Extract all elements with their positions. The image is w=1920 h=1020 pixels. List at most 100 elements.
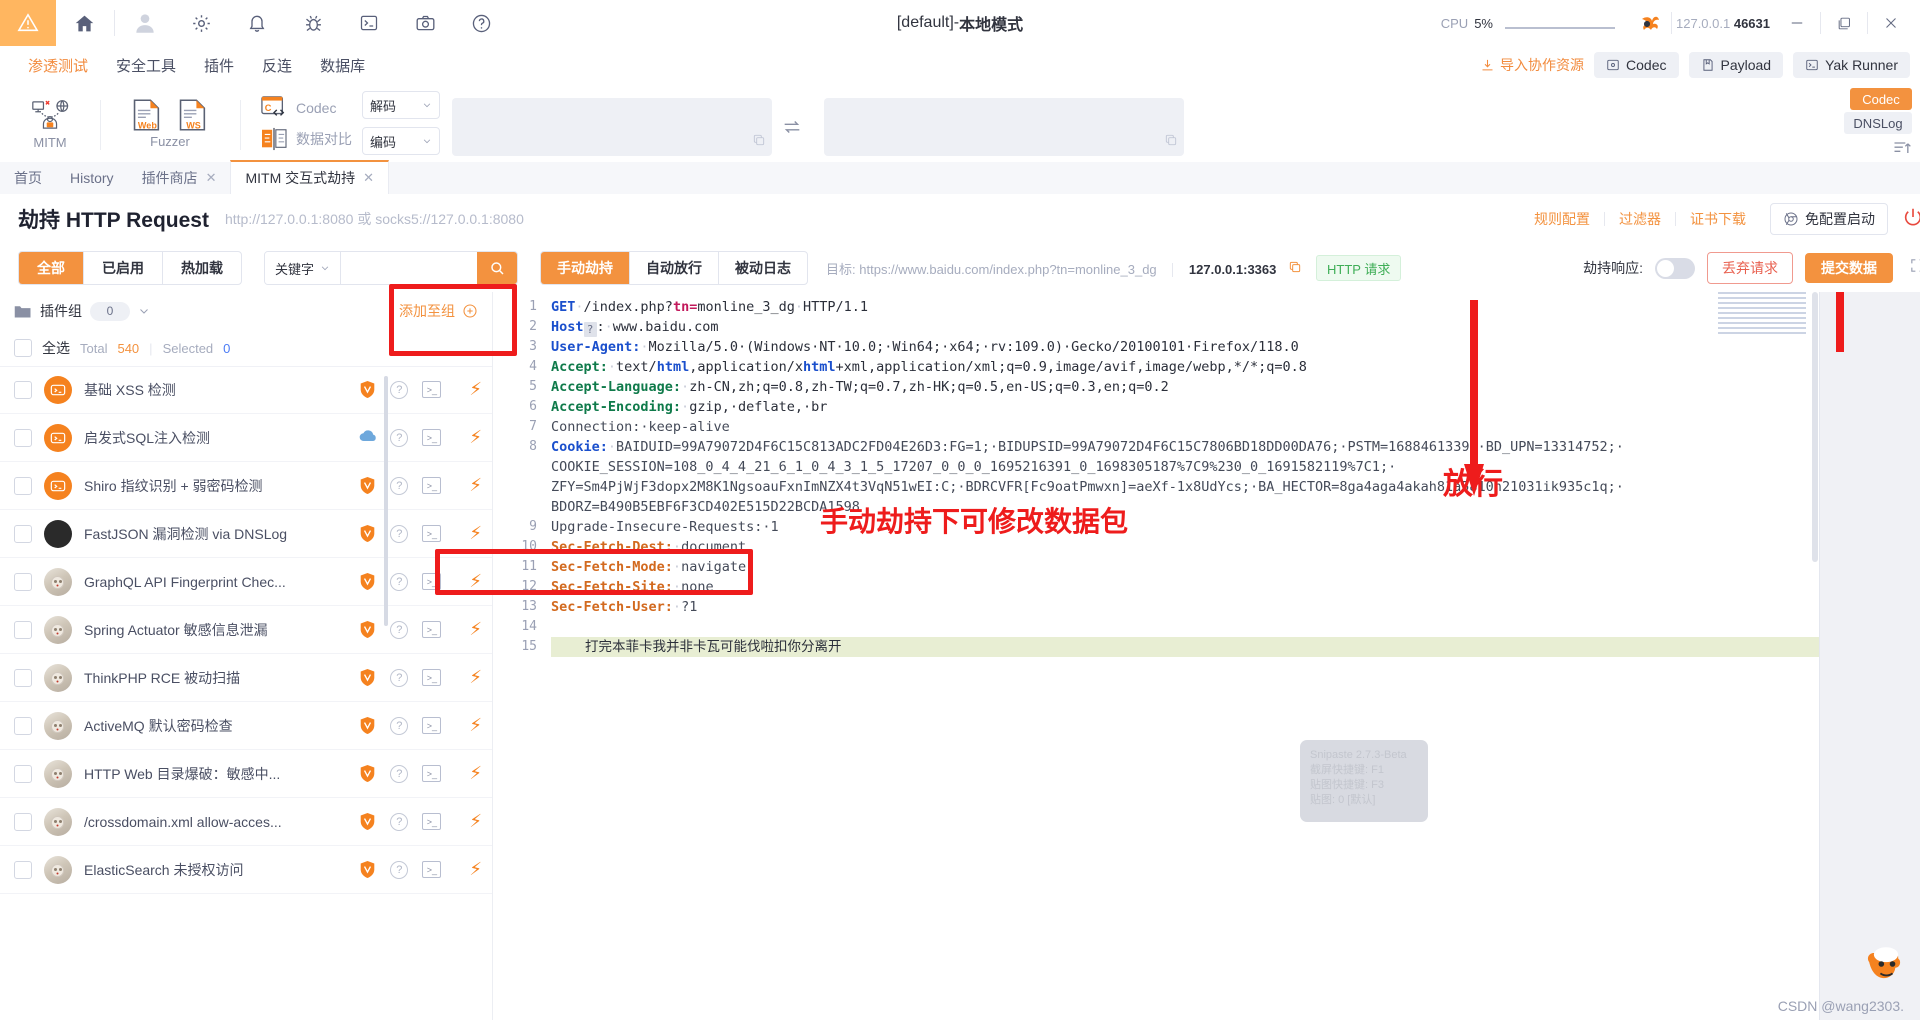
maximize-button[interactable] — [1821, 0, 1867, 46]
filter-all[interactable]: 全部 — [19, 252, 83, 284]
shield-icon[interactable] — [359, 620, 376, 639]
shield-icon[interactable] — [359, 572, 376, 591]
line-content[interactable]: Sec-Fetch-User:·?1 — [551, 597, 1820, 617]
menu-item-database[interactable]: 数据库 — [320, 55, 365, 76]
submit-data-button[interactable]: 提交数据 — [1805, 253, 1893, 283]
line-content[interactable]: Host?:·www.baidu.com — [551, 317, 1820, 337]
row-checkbox[interactable] — [14, 620, 32, 639]
help-icon[interactable]: ? — [390, 380, 409, 399]
line-content[interactable]: Accept-Encoding:·gzip,·deflate,·br — [551, 397, 1820, 417]
filter-enabled[interactable]: 已启用 — [83, 252, 162, 284]
close-icon[interactable]: ✕ — [363, 170, 374, 186]
quickstart-button[interactable]: 免配置启动 — [1770, 203, 1888, 235]
list-item[interactable]: ActiveMQ 默认密码检查 ? >_ ⚡ — [0, 702, 492, 750]
sort-ascending-icon[interactable] — [1892, 136, 1912, 163]
power-icon[interactable] — [1902, 206, 1920, 233]
tag-dnslog[interactable]: DNSLog — [1844, 112, 1912, 134]
list-item[interactable]: HTTP Web 目录爆破：敏感中... ? >_ ⚡ — [0, 750, 492, 798]
hijack-response-toggle[interactable] — [1655, 257, 1695, 279]
tab-mitm-hijack[interactable]: MITM 交互式劫持 ✕ — [230, 160, 390, 194]
cert-download-link[interactable]: 证书下载 — [1676, 209, 1760, 229]
user-icon[interactable] — [117, 0, 173, 46]
line-content[interactable]: GET·/index.php?tn=monline_3_dg·HTTP/1.1 — [551, 297, 1820, 317]
help-icon[interactable]: ? — [390, 668, 409, 687]
editor-scrollbar[interactable] — [1812, 292, 1818, 562]
request-body-line[interactable]: 打完本菲卡我并非卡瓦可能伐啦扣你分离开 — [551, 637, 1820, 657]
help-icon[interactable]: ? — [390, 764, 409, 783]
mode-manual-hijack[interactable]: 手动劫持 — [541, 252, 630, 284]
menu-item-plugins[interactable]: 插件 — [204, 55, 234, 76]
run-icon[interactable]: ⚡ — [469, 379, 482, 400]
help-icon[interactable]: ? — [390, 812, 409, 831]
close-icon[interactable]: ✕ — [206, 170, 217, 186]
list-item[interactable]: 基础 XSS 检测 ? >_ ⚡ — [0, 366, 492, 414]
help-icon[interactable]: ? — [390, 860, 409, 879]
mode-passive-log[interactable]: 被动日志 — [718, 252, 807, 284]
line-content[interactable]: COOKIE_SESSION=108_0_4_4_21_6_1_0_4_3_1_… — [551, 457, 1820, 477]
search-button[interactable] — [477, 252, 518, 284]
help-icon[interactable]: ? — [390, 620, 409, 639]
plugin-list-scrollbar[interactable] — [384, 376, 388, 626]
shield-icon[interactable] — [359, 380, 376, 399]
run-icon[interactable]: ⚡ — [469, 619, 482, 640]
gear-icon[interactable] — [173, 0, 229, 46]
help-icon[interactable]: ? — [390, 524, 409, 543]
ribbon-fuzzer-button[interactable]: Web WS Fuzzer — [114, 98, 226, 149]
copy-icon[interactable] — [1288, 261, 1302, 277]
run-icon[interactable]: ⚡ — [469, 859, 482, 880]
list-item[interactable]: /crossdomain.xml allow-acces... ? >_ ⚡ — [0, 798, 492, 846]
search-input[interactable] — [341, 252, 478, 284]
shield-icon[interactable] — [359, 812, 376, 831]
decode-select[interactable]: 解码 — [362, 91, 440, 119]
expand-icon[interactable] — [1905, 257, 1920, 279]
ribbon-mitm-button[interactable]: MITM — [14, 97, 86, 150]
run-icon[interactable]: ⚡ — [469, 667, 482, 688]
tab-plugin-store[interactable]: 插件商店 ✕ — [128, 162, 231, 194]
copy-icon[interactable] — [1164, 133, 1178, 152]
tab-home[interactable]: 首页 — [0, 162, 56, 194]
yak-logo-icon[interactable] — [1629, 0, 1671, 46]
terminal-icon[interactable]: >_ — [422, 765, 442, 782]
home-icon[interactable] — [56, 0, 112, 46]
shield-icon[interactable] — [359, 860, 376, 879]
shield-icon[interactable] — [359, 764, 376, 783]
list-item[interactable]: Shiro 指纹识别 + 弱密码检测 ? >_ ⚡ — [0, 462, 492, 510]
list-item[interactable]: Spring Actuator 敏感信息泄漏 ? >_ ⚡ — [0, 606, 492, 654]
row-checkbox[interactable] — [14, 668, 32, 687]
line-content[interactable]: Accept:·text/html,application/xhtml+xml,… — [551, 357, 1820, 377]
row-checkbox[interactable] — [14, 716, 32, 735]
line-content[interactable]: ZFY=Sm4PjWjF3dopx2M8K1NgsoauFxnImNZX4t3V… — [551, 477, 1820, 497]
row-checkbox[interactable] — [14, 572, 32, 591]
rule-config-link[interactable]: 规则配置 — [1520, 209, 1604, 229]
codec-output-area[interactable] — [824, 98, 1184, 156]
minimize-button[interactable] — [1774, 0, 1820, 46]
shortcut-payload[interactable]: Payload — [1688, 52, 1784, 78]
shortcut-yak-runner[interactable]: Yak Runner — [1793, 52, 1910, 78]
list-item[interactable]: FastJSON 漏洞检测 via DNSLog ? >_ ⚡ — [0, 510, 492, 558]
tab-history[interactable]: History — [56, 162, 128, 194]
encode-select[interactable]: 编码 — [362, 127, 440, 155]
shield-icon[interactable] — [359, 524, 376, 543]
terminal-icon[interactable]: >_ — [422, 861, 442, 878]
close-button[interactable] — [1868, 0, 1914, 46]
row-checkbox[interactable] — [14, 764, 32, 783]
help-icon[interactable] — [453, 0, 509, 46]
filter-hotload[interactable]: 热加载 — [162, 252, 241, 284]
codec-swap-button[interactable] — [772, 98, 812, 156]
line-content[interactable]: BDORZ=B490B5EBF6F3CD402E515D22BCDA1598 — [551, 497, 1820, 517]
terminal-icon[interactable]: >_ — [422, 669, 442, 686]
keyword-select[interactable]: 关键字 — [265, 252, 342, 284]
menu-item-security-tools[interactable]: 安全工具 — [116, 55, 176, 76]
filter-link[interactable]: 过滤器 — [1605, 209, 1675, 229]
ribbon-codec-button[interactable]: C Codec — [260, 95, 352, 121]
help-icon[interactable]: ? — [390, 476, 409, 495]
shield-icon[interactable] — [359, 476, 376, 495]
request-editor[interactable]: 1 GET·/index.php?tn=monline_3_dg·HTTP/1.1… — [493, 292, 1820, 1020]
terminal-icon[interactable]: >_ — [422, 477, 442, 494]
row-checkbox[interactable] — [14, 524, 32, 543]
menu-item-reverse[interactable]: 反连 — [262, 55, 292, 76]
codec-input-area[interactable] — [452, 98, 772, 156]
line-content[interactable]: User-Agent:·Mozilla/5.0·(Windows·NT·10.0… — [551, 337, 1820, 357]
camera-icon[interactable] — [397, 0, 453, 46]
run-icon[interactable]: ⚡ — [469, 427, 482, 448]
